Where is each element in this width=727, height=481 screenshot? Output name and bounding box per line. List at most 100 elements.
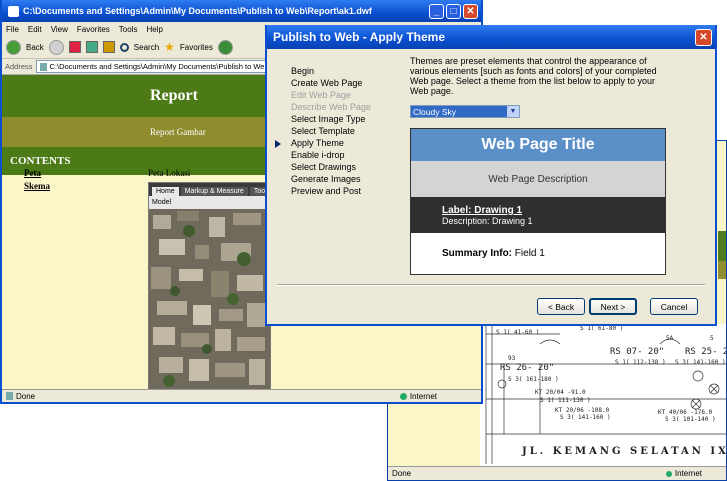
schematic-label: S 1( 61-80 ) [580,325,623,332]
main-status-bar: Done Internet [2,389,481,402]
nav-link-skema[interactable]: Skema [24,181,50,191]
dialog-title-bar[interactable]: Publish to Web - Apply Theme ✕ [267,25,715,49]
dwf-viewer[interactable]: Home Markup & Measure Too Model [148,182,271,394]
preview-label: Label: Drawing 1 [442,204,523,216]
schematic-label: S 3( 141-160 ) [560,414,611,421]
current-step-arrow-icon [275,140,281,148]
schematic-label: RS 07- 20" [610,347,664,357]
step-generate-images[interactable]: Generate Images [291,174,371,186]
back-button-label[interactable]: Back [26,43,44,52]
preview-title: Web Page Title [411,129,665,161]
viewer-model-bar: Model [149,196,270,209]
schematic-drawing: S 1( 41-60 ) S 1( 61-80 ) 5A 5 93 RS 07-… [480,324,727,480]
wizard-steps: Begin Create Web Page Edit Web Page Desc… [275,66,371,198]
theme-description: Themes are preset elements that control … [410,56,657,96]
dialog-title: Publish to Web - Apply Theme [273,30,446,44]
main-zone-text: Internet [409,391,437,401]
theme-selected-value: Cloudy Sky [411,106,507,117]
globe-icon [665,470,672,477]
main-title-bar[interactable]: C:\Documents and Settings\Admin\My Docum… [2,0,481,22]
theme-preview: Web Page Title Web Page Description Labe… [410,128,666,275]
star-icon[interactable]: ★ [164,40,175,54]
schematic-label: 93 [508,355,516,362]
viewer-tabs: Home Markup & Measure Too [149,183,270,196]
schematic-label: 5 [710,335,714,342]
schematic-label: S 1( 41-60 ) [496,329,539,336]
dialog-separator [277,284,705,286]
step-edit-web-page: Edit Web Page [291,90,351,100]
dialog-close-button[interactable]: ✕ [695,28,712,46]
back-report-header [718,231,726,261]
menu-help[interactable]: Help [146,25,162,34]
menu-favorites[interactable]: Favorites [77,25,110,34]
back-status-bar: Done Internet [388,466,726,480]
nav-link-peta[interactable]: Peta [24,168,41,178]
step-select-template[interactable]: Select Template [291,126,371,138]
refresh-icon[interactable] [85,41,98,53]
menu-view[interactable]: View [51,25,68,34]
step-select-image-type[interactable]: Select Image Type [291,114,371,126]
map-label: Peta Lokasi [148,168,191,178]
schematic-label: 5A [666,335,674,342]
step-create-web-page[interactable]: Create Web Page [291,78,371,90]
schematic-label: S 3( 141-160 ) [675,359,726,366]
preview-summary-value: Field 1 [514,248,545,259]
step-describe-web-page: Describe Web Page [291,102,371,112]
viewer-tab-home[interactable]: Home [152,187,179,196]
ie-icon [8,5,19,17]
schematic-label: KT 20/06 -108.0 [555,407,610,414]
internet-globe-icon [399,392,407,400]
back-report-subheader [718,261,726,279]
step-apply-theme[interactable]: Apply Theme [291,138,371,150]
search-icon[interactable] [119,42,129,52]
schematic-label: RS 26- 20" [500,363,554,373]
back-zone-text: Internet [674,469,702,478]
close-button[interactable]: ✕ [463,3,478,19]
main-window-title: C:\Documents and Settings\Admin\My Docum… [23,6,372,16]
chevron-down-icon[interactable]: ▼ [507,106,519,117]
address-value: C:\Documents and Settings\Admin\My Docum… [49,62,289,71]
search-button-label[interactable]: Search [134,43,159,52]
main-status-text: Done [16,391,36,401]
back-button[interactable]: < Back [537,298,585,315]
cancel-button[interactable]: Cancel [650,298,698,315]
step-preview-and-post[interactable]: Preview and Post [291,186,371,198]
menu-tools[interactable]: Tools [119,25,138,34]
preview-summary-label: Summary Info: [442,248,513,259]
schematic-label: KT 20/04 -91.0 [535,389,586,396]
viewer-model-label: Model [152,199,172,206]
next-button[interactable]: Next > [589,298,637,315]
publish-dialog: Publish to Web - Apply Theme ✕ Begin Cre… [265,25,717,326]
preview-summary: Summary Info: Field 1 [411,233,665,274]
schematic-label: KT 40/06 -176.0 [658,409,713,416]
media-icon[interactable] [217,39,233,55]
step-select-drawings[interactable]: Select Drawings [291,162,371,174]
menu-edit[interactable]: Edit [28,25,42,34]
schematic-label: RS 25- 2 [685,347,727,357]
back-status-text: Done [392,469,412,478]
back-arrow-icon[interactable] [6,39,21,55]
aerial-map-image [149,209,270,393]
preview-label-description: Description: Drawing 1 [442,215,533,226]
home-icon[interactable] [102,41,115,53]
step-enable-idrop[interactable]: Enable i-drop [291,150,371,162]
page-done-icon [6,392,13,400]
page-icon [39,62,47,71]
schematic-label: S 3( 161-180 ) [508,376,559,383]
schematic-label: S 1( 111-130 ) [540,397,591,404]
preview-description: Web Page Description [411,161,665,197]
stop-icon[interactable] [68,41,81,53]
favorites-button-label[interactable]: Favorites [180,43,213,52]
schematic-label: S 3( 101-140 ) [665,416,716,423]
minimize-button[interactable]: _ [429,3,444,19]
viewer-tab-markup[interactable]: Markup & Measure [180,187,248,196]
address-label: Address [5,62,33,71]
theme-dropdown[interactable]: Cloudy Sky ▼ [410,105,520,118]
schematic-label: S 1( 112-138 ) [615,359,666,366]
step-begin[interactable]: Begin [291,66,371,78]
preview-label-block: Label: Drawing 1 Description: Drawing 1 [411,197,665,233]
maximize-button[interactable]: □ [446,3,461,19]
forward-arrow-icon[interactable] [48,39,64,55]
street-label: JL. KEMANG SELATAN IX [521,446,727,457]
menu-file[interactable]: File [6,25,19,34]
